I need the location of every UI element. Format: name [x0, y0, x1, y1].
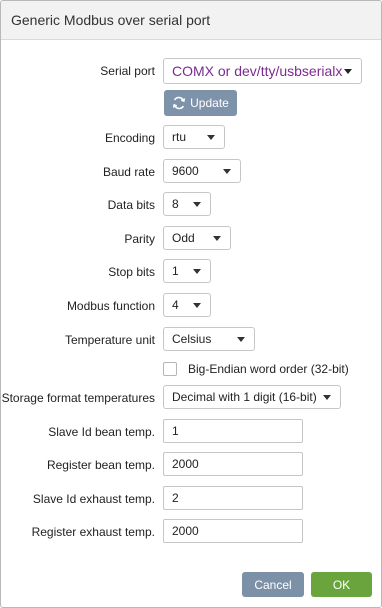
register-bean-input[interactable] [163, 452, 303, 476]
chevron-down-icon [193, 302, 201, 308]
baud-rate-label: Baud rate [102, 165, 155, 179]
data-bits-select[interactable]: 8 [163, 192, 211, 216]
dialog-title: Generic Modbus over serial port [1, 1, 381, 40]
modbus-function-row: Modbus function 4 [1, 293, 381, 319]
serial-port-select[interactable]: COMX or dev/tty/usbserialx [163, 58, 362, 84]
temperature-unit-value: Celsius [172, 332, 212, 346]
big-endian-checkbox[interactable] [163, 362, 177, 376]
modbus-function-value: 4 [172, 298, 179, 312]
chevron-down-icon [323, 394, 331, 400]
slave-id-exhaust-label: Slave Id exhaust temp. [32, 492, 155, 506]
chevron-down-icon [223, 168, 231, 174]
big-endian-checkbox-row: Big-Endian word order (32-bit) [163, 359, 349, 379]
encoding-label: Encoding [104, 131, 155, 145]
baud-rate-value: 9600 [172, 164, 199, 178]
register-exhaust-row: Register exhaust temp. [1, 519, 381, 545]
ok-button[interactable]: OK [311, 572, 372, 597]
encoding-row: Encoding rtu [1, 125, 381, 151]
storage-format-row: Storage format temperatures Decimal with… [1, 385, 381, 411]
temperature-unit-select[interactable]: Celsius [163, 327, 255, 351]
register-exhaust-label: Register exhaust temp. [31, 525, 155, 539]
parity-label: Parity [124, 232, 155, 246]
encoding-value: rtu [172, 130, 187, 144]
baud-rate-row: Baud rate 9600 [1, 159, 381, 185]
serial-port-row: Serial port COMX or dev/tty/usbserialx [1, 58, 381, 84]
storage-format-label: Storage format temperatures [1, 391, 155, 405]
data-bits-value: 8 [172, 197, 179, 211]
modbus-dialog: Generic Modbus over serial port Serial p… [0, 0, 382, 608]
update-button-label: Update [190, 96, 229, 110]
dialog-footer: Cancel OK [1, 566, 381, 607]
parity-row: Parity Odd [1, 226, 381, 252]
slave-id-bean-label: Slave Id bean temp. [48, 425, 155, 439]
data-bits-row: Data bits 8 [1, 192, 381, 218]
serial-port-value: COMX or dev/tty/usbserialx [172, 63, 343, 79]
serial-port-label: Serial port [100, 64, 155, 78]
chevron-down-icon [207, 134, 215, 140]
refresh-icon [173, 96, 186, 110]
cancel-button[interactable]: Cancel [242, 572, 304, 597]
stop-bits-value: 1 [172, 264, 179, 278]
encoding-select[interactable]: rtu [163, 125, 225, 149]
temperature-unit-label: Temperature unit [64, 333, 155, 347]
storage-format-select[interactable]: Decimal with 1 digit (16-bit) [163, 385, 341, 409]
register-exhaust-input[interactable] [163, 519, 303, 543]
temperature-unit-row: Temperature unit Celsius [1, 327, 381, 353]
chevron-down-icon [213, 235, 221, 241]
chevron-down-icon [344, 68, 352, 74]
modbus-function-label: Modbus function [66, 299, 155, 313]
register-bean-label: Register bean temp. [46, 458, 155, 472]
stop-bits-row: Stop bits 1 [1, 259, 381, 285]
data-bits-label: Data bits [107, 198, 155, 212]
update-button[interactable]: Update [164, 90, 237, 116]
modbus-function-select[interactable]: 4 [163, 293, 211, 317]
big-endian-label: Big-Endian word order (32-bit) [188, 362, 349, 376]
slave-id-exhaust-row: Slave Id exhaust temp. [1, 486, 381, 512]
slave-id-bean-row: Slave Id bean temp. [1, 419, 381, 445]
stop-bits-select[interactable]: 1 [163, 259, 211, 283]
baud-rate-select[interactable]: 9600 [163, 159, 241, 183]
stop-bits-label: Stop bits [108, 265, 155, 279]
chevron-down-icon [237, 336, 245, 342]
chevron-down-icon [193, 201, 201, 207]
parity-value: Odd [172, 231, 195, 245]
storage-format-value: Decimal with 1 digit (16-bit) [172, 390, 317, 404]
slave-id-exhaust-input[interactable] [163, 486, 303, 510]
chevron-down-icon [193, 268, 201, 274]
register-bean-row: Register bean temp. [1, 452, 381, 478]
slave-id-bean-input[interactable] [163, 419, 303, 443]
parity-select[interactable]: Odd [163, 226, 231, 250]
